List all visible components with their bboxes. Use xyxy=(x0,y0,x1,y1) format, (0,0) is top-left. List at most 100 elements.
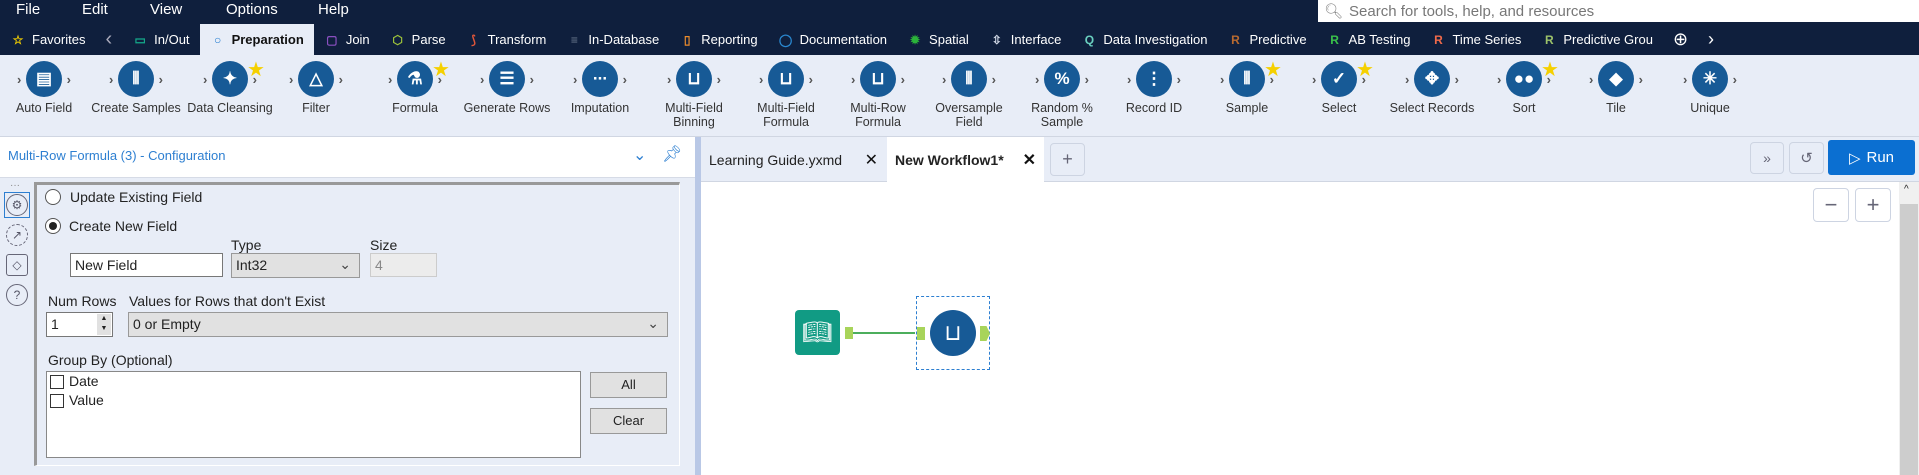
category-tab-parse[interactable]: ⬡ Parse xyxy=(380,24,456,55)
panel-splitter[interactable] xyxy=(695,137,701,475)
category-tab-reporting[interactable]: ▯ Reporting xyxy=(669,24,767,55)
category-tab-transform[interactable]: ⟆ Transform xyxy=(456,24,557,55)
scroll-right-icon[interactable]: › xyxy=(1698,24,1724,55)
group-by-list[interactable]: Date Value xyxy=(46,371,581,458)
tool-tile[interactable]: ◆ Tile xyxy=(1571,61,1661,115)
close-icon[interactable]: ✕ xyxy=(865,150,878,170)
tool-sample[interactable]: ⫴★ Sample xyxy=(1202,59,1292,115)
new-tab-button[interactable]: + xyxy=(1050,143,1085,176)
tool-generate-rows[interactable]: ☰ Generate Rows xyxy=(462,61,552,115)
tool-formula[interactable]: ⚗★ Formula xyxy=(370,59,460,115)
scroll-thumb[interactable] xyxy=(1900,204,1918,475)
category-tab-ab-testing[interactable]: R AB Testing xyxy=(1317,24,1421,55)
favorite-star-icon[interactable]: ★ xyxy=(1541,57,1559,82)
chevron-down-icon[interactable]: ⌄ xyxy=(633,145,646,165)
favorite-star-icon[interactable]: ★ xyxy=(1356,57,1374,82)
category-label: In/Out xyxy=(154,32,190,47)
tool-select-records[interactable]: ✥ Select Records xyxy=(1387,61,1477,115)
connection-icon[interactable]: ↗ xyxy=(6,224,28,246)
clear-button[interactable]: Clear xyxy=(590,408,667,434)
tool-random-sample[interactable]: % Random % Sample xyxy=(1017,61,1107,129)
config-title: Multi-Row Formula (3) - Configuration xyxy=(8,148,226,163)
category-tab-documentation[interactable]: ◯ Documentation xyxy=(768,24,897,55)
tool-imputation[interactable]: ∙∙∙ Imputation xyxy=(555,61,645,115)
category-tab-preparation[interactable]: ○ Preparation xyxy=(199,24,314,55)
menu-file[interactable]: File xyxy=(16,1,40,18)
tool-auto-field[interactable]: ▤ Auto Field xyxy=(0,61,89,115)
category-tab-time-series[interactable]: R Time Series xyxy=(1420,24,1531,55)
spinner-arrows-icon[interactable]: ▲ ▼ xyxy=(97,314,111,335)
tag-icon[interactable]: ◇ xyxy=(6,254,28,276)
category-tab-spatial[interactable]: ✹ Spatial xyxy=(897,24,979,55)
tool-filter[interactable]: △ Filter xyxy=(271,61,361,115)
tab-learning-guide[interactable]: Learning Guide.yxmd ✕ xyxy=(701,137,886,182)
num-rows-label: Num Rows xyxy=(48,293,117,309)
run-button[interactable]: ▷ Run xyxy=(1828,140,1915,175)
menu-view[interactable]: View xyxy=(150,1,182,18)
values-select[interactable]: 0 or Empty ⌄ xyxy=(128,312,668,337)
connection-line[interactable] xyxy=(853,332,915,334)
zoom-in-button[interactable]: + xyxy=(1855,188,1891,222)
menu-options[interactable]: Options xyxy=(226,1,278,18)
tool-select[interactable]: ✓★ Select xyxy=(1294,59,1384,115)
menu-help[interactable]: Help xyxy=(318,1,349,18)
menu-edit[interactable]: Edit xyxy=(82,1,108,18)
tool-unique[interactable]: ✳ Unique xyxy=(1665,61,1755,115)
tool-data-cleansing[interactable]: ✦★ Data Cleansing xyxy=(185,59,275,115)
scroll-left-icon[interactable]: ‹ xyxy=(95,24,122,55)
category-tab-predictive-grou[interactable]: R Predictive Grou xyxy=(1531,24,1663,55)
circle-icon: ○ xyxy=(213,32,222,47)
favorite-star-icon[interactable]: ★ xyxy=(432,57,450,82)
tool-label: Sample xyxy=(1225,101,1269,115)
multi-row-formula-node[interactable]: ⊔ xyxy=(916,296,990,370)
category-label: Interface xyxy=(1010,32,1062,47)
expand-icon[interactable]: » xyxy=(1750,142,1784,174)
all-button[interactable]: All xyxy=(590,372,667,398)
tool-label: Sort xyxy=(1512,101,1536,115)
tool-sort[interactable]: ●●★ Sort xyxy=(1479,59,1569,115)
add-category-icon[interactable]: ⊕ xyxy=(1663,24,1698,55)
gear-icon[interactable]: ⚙ xyxy=(6,194,28,216)
new-field-input[interactable]: New Field xyxy=(70,253,223,277)
tool-icon: ✦ xyxy=(203,61,257,97)
category-tab-predictive[interactable]: R Predictive xyxy=(1217,24,1316,55)
favorite-star-icon[interactable]: ★ xyxy=(1264,57,1282,82)
tool-oversample-field[interactable]: ⫴ Oversample Field xyxy=(924,61,1014,129)
category-tab-in-database[interactable]: ≡ In-Database xyxy=(556,24,669,55)
scroll-up-icon[interactable]: ^ xyxy=(1904,184,1909,195)
input-data-tool[interactable]: 📖︎ xyxy=(795,310,840,355)
history-icon[interactable]: ↺ xyxy=(1789,142,1824,174)
category-tab-interface[interactable]: ⇳ Interface xyxy=(979,24,1072,55)
favorite-star-icon[interactable]: ★ xyxy=(247,57,265,82)
search-box[interactable]: 🔍︎ Search for tools, help, and resources xyxy=(1318,0,1919,22)
category-tab-join[interactable]: ▢ Join xyxy=(314,24,380,55)
category-tab-in-out[interactable]: ▭ In/Out xyxy=(122,24,199,55)
output-anchor[interactable] xyxy=(980,326,990,341)
close-icon[interactable]: ✕ xyxy=(1023,150,1036,170)
tool-label: Create Samples xyxy=(91,101,181,115)
tool-label: Select Records xyxy=(1389,101,1475,115)
tool-label: Record ID xyxy=(1125,101,1183,115)
tab-new-workflow[interactable]: New Workflow1* ✕ xyxy=(887,137,1044,182)
num-rows-stepper[interactable]: 1 ▲ ▼ xyxy=(46,312,113,337)
category-tab-data-investigation[interactable]: Q Data Investigation xyxy=(1071,24,1217,55)
update-existing-radio[interactable] xyxy=(45,189,61,205)
tool-create-samples[interactable]: ⫴ Create Samples xyxy=(91,61,181,115)
type-select[interactable]: Int32 ⌄ xyxy=(231,253,360,278)
vertical-scrollbar[interactable]: ^ xyxy=(1899,182,1919,475)
help-icon[interactable]: ? xyxy=(6,284,28,306)
pin-icon[interactable]: 📌︎ xyxy=(662,144,682,164)
zoom-out-button[interactable]: − xyxy=(1813,188,1849,222)
checkbox-date[interactable] xyxy=(50,375,64,389)
type-label: Type xyxy=(231,237,262,253)
tool-multi-row-formula[interactable]: ⊔ Multi-Row Formula xyxy=(833,61,923,129)
output-anchor[interactable] xyxy=(845,327,853,339)
input-anchor[interactable] xyxy=(917,327,925,340)
tool-multi-field-binning[interactable]: ⊔ Multi-Field Binning xyxy=(649,61,739,129)
checkbox-value[interactable] xyxy=(50,394,64,408)
category-tab-favorites[interactable]: ☆ Favorites xyxy=(0,24,95,55)
create-new-radio[interactable] xyxy=(45,218,61,234)
tool-multi-field-formula[interactable]: ⊔ Multi-Field Formula xyxy=(741,61,831,129)
tool-record-id[interactable]: ⋮ Record ID xyxy=(1109,61,1199,115)
search-input[interactable]: Search for tools, help, and resources xyxy=(1349,3,1594,20)
